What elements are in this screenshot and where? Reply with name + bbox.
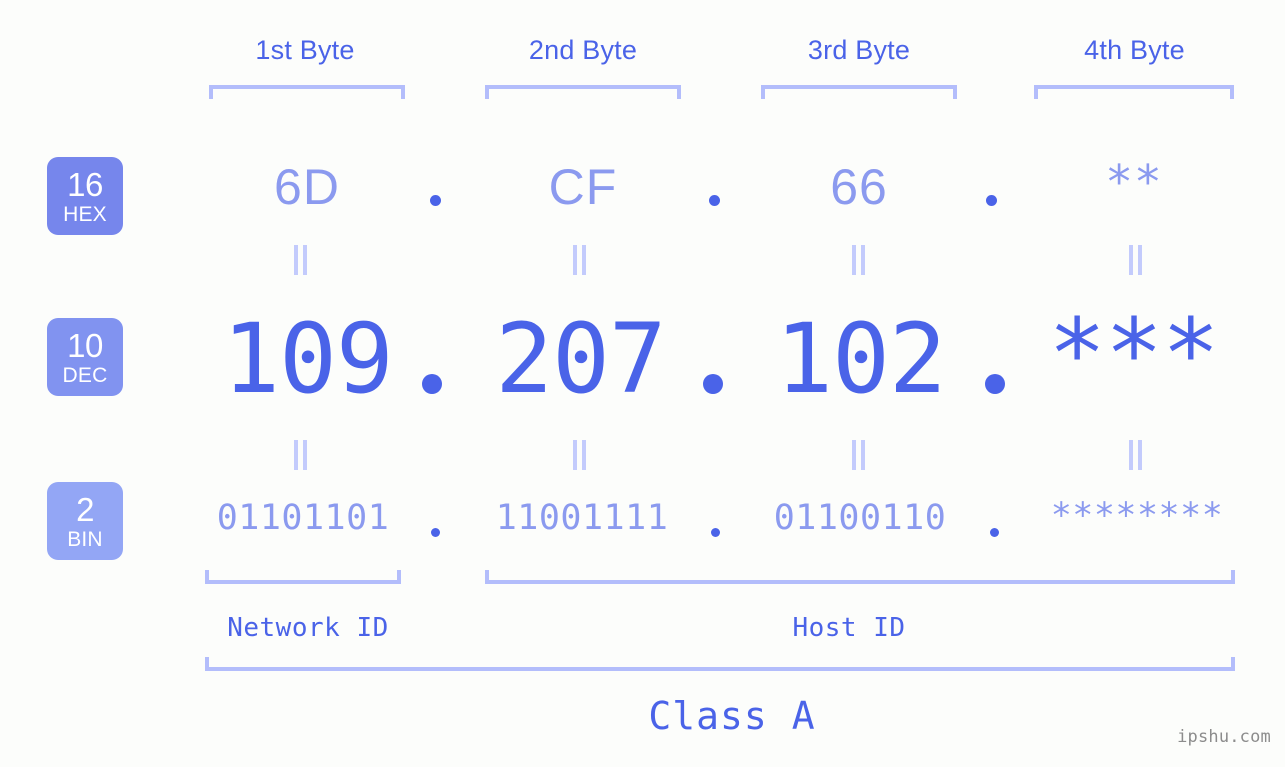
dec-separator-1 <box>422 374 442 394</box>
bin-separator-2 <box>711 528 720 537</box>
base-badge-hex-number: 16 <box>67 165 103 203</box>
byte-bracket-top-4 <box>1034 85 1234 99</box>
byte-header-4: 4th Byte <box>1084 35 1185 65</box>
hex-byte-2: CF <box>548 159 618 215</box>
hex-byte-3: 66 <box>830 159 888 215</box>
base-badge-bin: 2 BIN <box>47 482 123 560</box>
equals-connector-hex-dec-1 <box>293 245 309 275</box>
byte-header-3: 3rd Byte <box>807 35 911 65</box>
dec-byte-4: *** <box>1048 298 1219 410</box>
base-badge-bin-number: 2 <box>76 490 94 528</box>
dec-byte-2: 207 <box>495 303 666 415</box>
bin-separator-3 <box>990 528 999 537</box>
network-id-bracket <box>205 570 401 584</box>
byte-bracket-top-3 <box>761 85 957 99</box>
hex-separator-1 <box>430 195 441 206</box>
hex-byte-1: 6D <box>274 159 340 215</box>
equals-connector-dec-bin-3 <box>851 440 867 470</box>
base-badge-bin-name: BIN <box>67 527 103 551</box>
bin-byte-4: ******** <box>1050 496 1224 536</box>
equals-connector-hex-dec-3 <box>851 245 867 275</box>
byte-header-1: 1st Byte <box>255 35 355 65</box>
class-bracket <box>205 657 1235 671</box>
watermark: ipshu.com <box>1177 727 1271 747</box>
byte-header-2: 2nd Byte <box>528 35 638 65</box>
host-id-bracket <box>485 570 1235 584</box>
base-badge-dec: 10 DEC <box>47 318 123 396</box>
base-badge-hex-name: HEX <box>63 202 107 226</box>
base-badge-dec-name: DEC <box>62 363 108 387</box>
hex-byte-4: ** <box>1105 155 1163 209</box>
ip-breakdown-diagram: 1st Byte 2nd Byte 3rd Byte 4th Byte 16 H… <box>0 0 1285 767</box>
dec-byte-1: 109 <box>222 303 393 415</box>
equals-connector-dec-bin-4 <box>1128 440 1144 470</box>
equals-connector-hex-dec-4 <box>1128 245 1144 275</box>
host-id-label: Host ID <box>792 613 906 643</box>
bin-byte-1: 01101101 <box>216 498 390 538</box>
bin-separator-1 <box>431 528 440 537</box>
equals-connector-dec-bin-2 <box>572 440 588 470</box>
network-id-label: Network ID <box>227 613 389 643</box>
dec-byte-3: 102 <box>775 303 946 415</box>
dec-separator-3 <box>985 374 1005 394</box>
equals-connector-dec-bin-1 <box>293 440 309 470</box>
base-badge-dec-number: 10 <box>67 326 103 364</box>
dec-separator-2 <box>703 374 723 394</box>
equals-connector-hex-dec-2 <box>572 245 588 275</box>
byte-bracket-top-1 <box>209 85 405 99</box>
class-label: Class A <box>648 694 816 738</box>
hex-separator-3 <box>986 195 997 206</box>
base-badge-hex: 16 HEX <box>47 157 123 235</box>
bin-byte-2: 11001111 <box>495 498 669 538</box>
byte-bracket-top-2 <box>485 85 681 99</box>
bin-byte-3: 01100110 <box>773 498 947 538</box>
hex-separator-2 <box>709 195 720 206</box>
